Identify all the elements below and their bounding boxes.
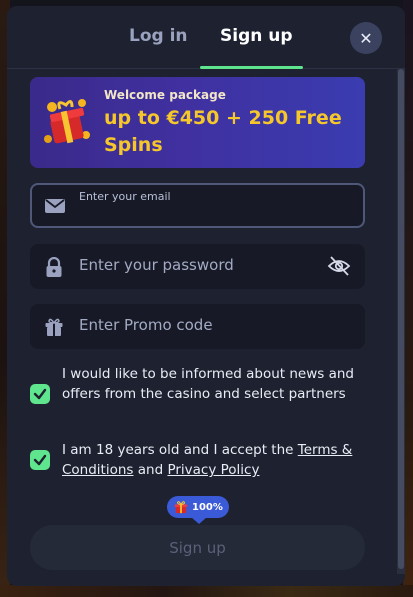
- eye-off-icon[interactable]: [327, 254, 351, 278]
- progress-badge: 100%: [167, 496, 229, 518]
- signup-modal: Log in Sign up ✕ Welcome package up to €…: [7, 6, 405, 586]
- close-icon: ✕: [359, 28, 373, 48]
- email-field[interactable]: Enter your email: [30, 183, 365, 228]
- auth-tabs: Log in Sign up: [7, 6, 405, 69]
- check-icon: [33, 454, 47, 466]
- mail-icon: [45, 199, 65, 213]
- password-field[interactable]: Enter your password: [30, 244, 365, 289]
- backdrop-bottom: [0, 585, 413, 597]
- check-icon: [33, 388, 47, 400]
- privacy-link[interactable]: Privacy Policy: [167, 462, 259, 478]
- progress-badge-label: 100%: [192, 501, 223, 513]
- gift-icon: [44, 99, 90, 144]
- gift-icon: [45, 318, 63, 336]
- email-label: Enter your email: [79, 190, 171, 203]
- progress-badge-pointer: [191, 517, 207, 524]
- gift-icon: [174, 501, 188, 514]
- banner-kicker: Welcome package: [104, 88, 226, 102]
- tab-login[interactable]: Log in: [129, 26, 188, 46]
- password-placeholder: Enter your password: [79, 256, 234, 274]
- banner-title: up to €450 + 250 Free Spins: [104, 107, 342, 156]
- modal-scrollbar[interactable]: [397, 69, 405, 574]
- promo-field[interactable]: Enter Promo code: [30, 304, 365, 349]
- close-button[interactable]: ✕: [350, 22, 382, 54]
- scrollbar-thumb[interactable]: [398, 69, 404, 569]
- news-consent-text: I would like to be informed about news a…: [62, 366, 355, 402]
- news-consent-checkbox[interactable]: [30, 384, 50, 404]
- signup-submit-button[interactable]: Sign up: [30, 525, 365, 570]
- lock-icon: [46, 257, 62, 277]
- tab-signup[interactable]: Sign up: [220, 26, 293, 46]
- promo-placeholder: Enter Promo code: [79, 316, 213, 334]
- age-text-mid: and: [133, 462, 168, 478]
- email-input[interactable]: [79, 205, 349, 223]
- active-tab-indicator: [200, 66, 303, 69]
- age-terms-checkbox[interactable]: [30, 450, 50, 470]
- welcome-banner: Welcome package up to €450 + 250 Free Sp…: [30, 77, 365, 168]
- age-text-before: I am 18 years old and I accept the: [62, 442, 298, 458]
- age-terms-text: I am 18 years old and I accept the Terms…: [62, 440, 367, 480]
